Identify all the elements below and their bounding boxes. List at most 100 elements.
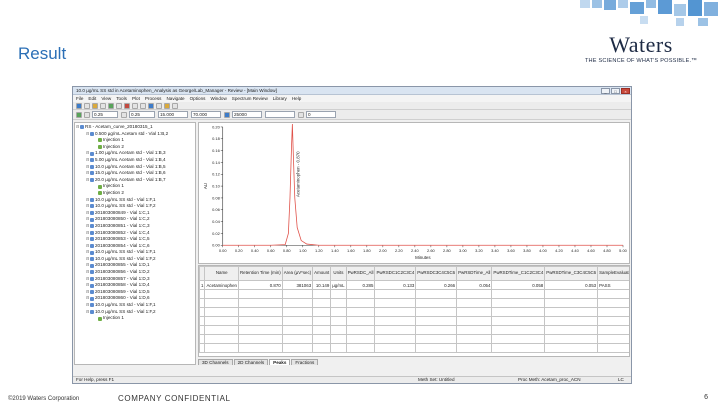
tree-node[interactable]: ⊟ 10.0 µg/mL SS std - Vial 1:F,1 (76, 302, 194, 309)
tree-node-label: 5.00 µg/mL Acetam std - Vial 1:B,4 (95, 156, 166, 162)
peak-width-field[interactable]: 0.25 (92, 111, 118, 118)
menu-view[interactable]: View (101, 96, 111, 101)
menu-edit[interactable]: Edit (88, 96, 96, 101)
x-tick-label: 3.40 (491, 248, 499, 253)
close-button[interactable]: × (621, 87, 630, 94)
tree-node[interactable]: ⊟ 10.0 µg/mL SS std - Vial 1:F,1 (76, 249, 194, 256)
overlay-icon[interactable] (148, 102, 154, 109)
tree-node[interactable]: ⊟ 201803080849 - Vial 1:C,1 (76, 210, 194, 217)
menu-process[interactable]: Process (145, 96, 162, 101)
menu-navigate[interactable]: Navigate (166, 96, 184, 101)
tree-injection-node[interactable]: Injection 1 (76, 137, 194, 144)
col-header-evaluation[interactable]: SampleEvaluation (597, 266, 629, 281)
menu-spectrum-review[interactable]: Spectrum Review (232, 96, 268, 101)
tree-node-label: 201803080849 - Vial 1:C,1 (95, 209, 150, 215)
menu-window[interactable]: Window (210, 96, 226, 101)
col-header-units[interactable]: Units (330, 266, 347, 281)
tree-node[interactable]: ⊟ 1.00 µg/mL Acetam std - Vial 1:B,3 (76, 150, 194, 157)
tree-node-label: 201803080859 - Vial 1:D,5 (95, 288, 150, 294)
x-tick-label: 1.40 (331, 248, 339, 253)
vial-icon (90, 158, 94, 163)
tree-node[interactable]: ⊟ 201803080852 - Vial 1:C,4 (76, 230, 194, 237)
vial-icon (90, 217, 94, 222)
tree-node[interactable]: ⊟ 201803080854 - Vial 1:C,6 (76, 243, 194, 250)
tree-node[interactable]: ⊟ 10.0 µg/mL SS std - Vial 1:F,1 (76, 197, 194, 204)
threshold-field[interactable]: 0.25 (129, 111, 155, 118)
menu-tools[interactable]: Tools (116, 96, 127, 101)
tree-injection-node[interactable]: Injection 2 (76, 190, 194, 197)
tree-node[interactable]: ⊟ 10.0 µg/mL SS std - Vial 1:F,2 (76, 309, 194, 316)
print-icon[interactable] (92, 102, 98, 109)
col-header-rsdc-1234[interactable]: PwRSDC1C2C3C4 (374, 266, 417, 281)
quantitate-icon[interactable] (124, 102, 130, 109)
col-header-rt[interactable]: Retention Time (min) (237, 266, 283, 281)
col-header-rsdtime-1234[interactable]: PwRSDTime_C1C2C3C4 (491, 266, 546, 281)
spectrum-icon[interactable] (156, 102, 162, 109)
menu-plot[interactable]: Plot (132, 96, 140, 101)
tree-node[interactable]: ⊟ RS - Acetam_curve_20180315_1 (76, 124, 194, 131)
tree-injection-node[interactable]: Injection 1 (76, 183, 194, 190)
tree-node[interactable]: ⊟ 201803080859 - Vial 1:D,5 (76, 289, 194, 296)
tree-node[interactable]: ⊟ 201803080858 - Vial 1:D,4 (76, 282, 194, 289)
tab-3d-channels[interactable]: 3D Channels (198, 359, 233, 365)
tree-node[interactable]: ⊟ 20.0 µg/mL Acetam std - Vial 1:B,7 (76, 177, 194, 184)
minimize-button[interactable]: _ (601, 87, 610, 94)
min-height-field[interactable] (265, 111, 295, 118)
tab-peaks[interactable]: Peaks (269, 359, 291, 365)
integration-icon[interactable] (76, 111, 82, 118)
tree-injection-node[interactable]: Injection 1 (76, 315, 194, 322)
tree-node[interactable]: ⊟ 201803080857 - Vial 1:D,3 (76, 276, 194, 283)
menu-options[interactable]: Options (190, 96, 206, 101)
cell-rt: 0.870 (237, 280, 283, 290)
tree-node[interactable]: ⊟ 5.00 µg/mL Acetam std - Vial 1:B,4 (76, 157, 194, 164)
table-row[interactable]: 1 Acetaminophen 0.870 381063 10.149 µg/m… (199, 280, 629, 290)
tree-injection-node[interactable]: Injection 2 (76, 144, 194, 151)
tab-2d-channels[interactable]: 2D Channels (233, 359, 269, 365)
tree-node[interactable]: ⊟ 201803080855 - Vial 1:D,1 (76, 262, 194, 269)
report-icon[interactable] (172, 102, 178, 109)
tree-node[interactable]: ⊟ 10.0 µg/mL SS std - Vial 1:F,2 (76, 203, 194, 210)
tree-node-label: 1.00 µg/mL Acetam std - Vial 1:B,3 (95, 150, 166, 156)
col-header-rsdtime-3456[interactable]: PwRSDTime_C3C4C5C6 (544, 266, 599, 281)
x-tick-label: 3.00 (459, 248, 467, 253)
col-header-rsdc-all[interactable]: PwRSDC_All (345, 266, 376, 281)
min-area-field[interactable]: 25000 (232, 111, 262, 118)
col-header-rsdtime-all[interactable]: PwRSDTime_All (456, 266, 493, 281)
end-time-field[interactable]: 70.000 (191, 111, 221, 118)
tree-node[interactable]: ⊟ 201803080860 - Vial 1:D,6 (76, 295, 194, 302)
menu-help[interactable]: Help (292, 96, 301, 101)
tree-node[interactable]: ⊟ 10.0 µg/mL Acetam std - Vial 1:B,5 (76, 164, 194, 171)
apply-icon[interactable] (121, 111, 127, 118)
tree-node[interactable]: ⊟ 201803080851 - Vial 1:C,3 (76, 223, 194, 230)
x-tick-label: 4.60 (587, 248, 595, 253)
peak-label: Acetaminophen - 0.870 (295, 151, 300, 197)
col-header-amount[interactable]: Amount (312, 266, 332, 281)
calibrate-icon[interactable] (116, 102, 122, 109)
zoom-out-icon[interactable] (140, 102, 146, 109)
tree-node[interactable]: ⊟ 201803080853 - Vial 1:C,5 (76, 236, 194, 243)
menu-file[interactable]: File (76, 96, 83, 101)
col-header-name[interactable]: Name (204, 266, 239, 281)
peak-table-icon[interactable] (164, 102, 170, 109)
tree-node-label: 201803080856 - Vial 1:D,2 (95, 269, 150, 275)
open-icon[interactable] (76, 102, 82, 109)
col-header-rsdc-3456[interactable]: PwRSDC3C4C5C6 (415, 266, 458, 281)
col-header-area[interactable]: Area (µV*sec) (281, 266, 314, 281)
min-area-icon[interactable] (224, 111, 230, 118)
tree-node[interactable]: ⊟ 0.500 µg/mL Acetam std - Vial 1:B,2 (76, 131, 194, 138)
min-height-icon[interactable] (298, 111, 304, 118)
tree-node[interactable]: ⊟ 201803080850 - Vial 1:C,2 (76, 216, 194, 223)
maximize-button[interactable]: □ (611, 87, 620, 94)
start-time-field[interactable]: 15.000 (158, 111, 188, 118)
tree-node[interactable]: ⊟ 10.0 µg/mL SS std - Vial 1:F,2 (76, 256, 194, 263)
offset-field[interactable]: 0 (306, 111, 336, 118)
save-icon[interactable] (84, 102, 90, 109)
tree-node[interactable]: ⊟ 201803080856 - Vial 1:D,2 (76, 269, 194, 276)
zoom-in-icon[interactable] (132, 102, 138, 109)
copy-icon[interactable] (100, 102, 106, 109)
tree-node[interactable]: ⊟ 15.0 µg/mL Acetam std - Vial 1:B,6 (76, 170, 194, 177)
integrate-icon[interactable] (108, 102, 114, 109)
parameter-icon[interactable] (84, 111, 90, 118)
menu-library[interactable]: Library (273, 96, 287, 101)
tab-fractions[interactable]: Fractions (291, 359, 319, 365)
